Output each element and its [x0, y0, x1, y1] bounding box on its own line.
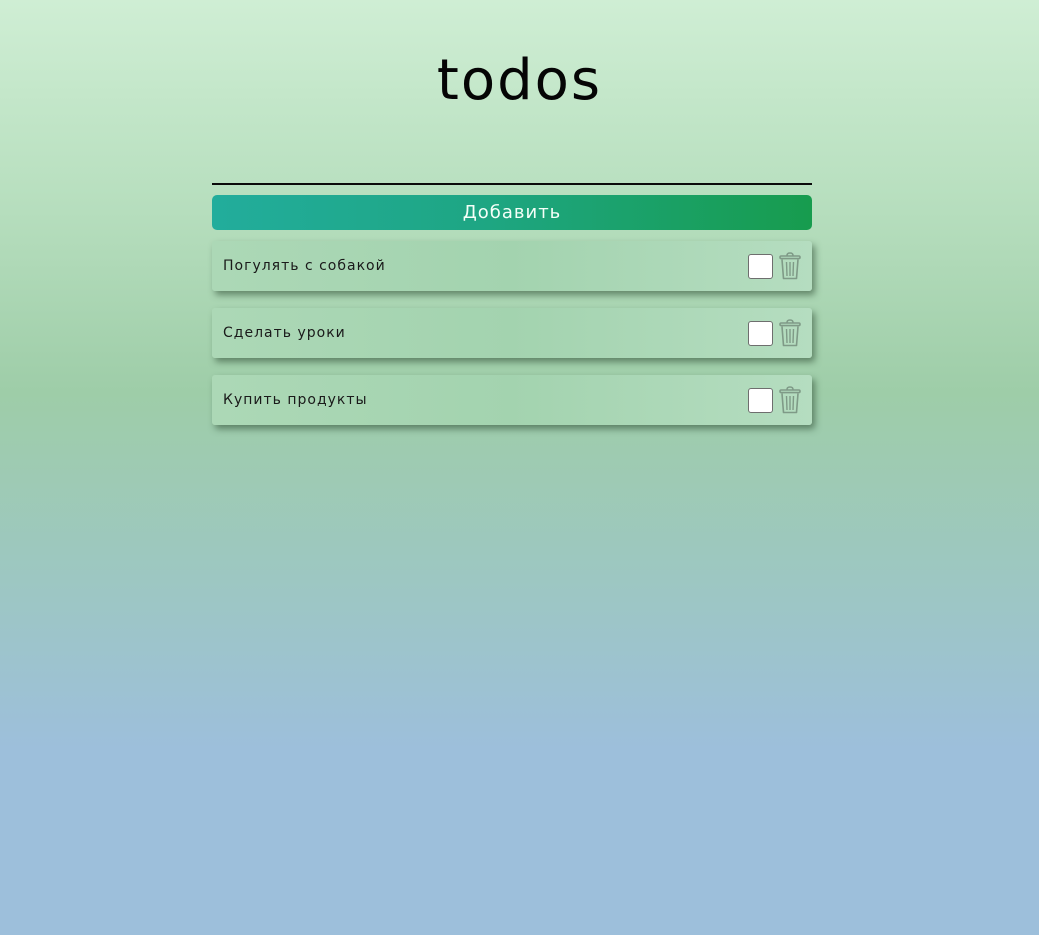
trash-icon[interactable] [779, 386, 801, 414]
todo-list: Погулять с собакой Сделать уроки Купить … [212, 241, 812, 442]
trash-icon[interactable] [779, 252, 801, 280]
trash-icon[interactable] [779, 319, 801, 347]
todo-text: Погулять с собакой [223, 258, 386, 274]
todo-text: Сделать уроки [223, 325, 346, 341]
add-button[interactable]: Добавить [212, 195, 812, 230]
todo-checkbox[interactable] [748, 254, 773, 279]
todo-item: Погулять с собакой [212, 241, 812, 291]
todo-checkbox[interactable] [748, 388, 773, 413]
todo-item: Купить продукты [212, 375, 812, 425]
new-todo-input[interactable] [212, 150, 812, 185]
todo-item: Сделать уроки [212, 308, 812, 358]
todo-text: Купить продукты [223, 392, 368, 408]
app-title: todos [436, 48, 603, 113]
todo-checkbox[interactable] [748, 321, 773, 346]
